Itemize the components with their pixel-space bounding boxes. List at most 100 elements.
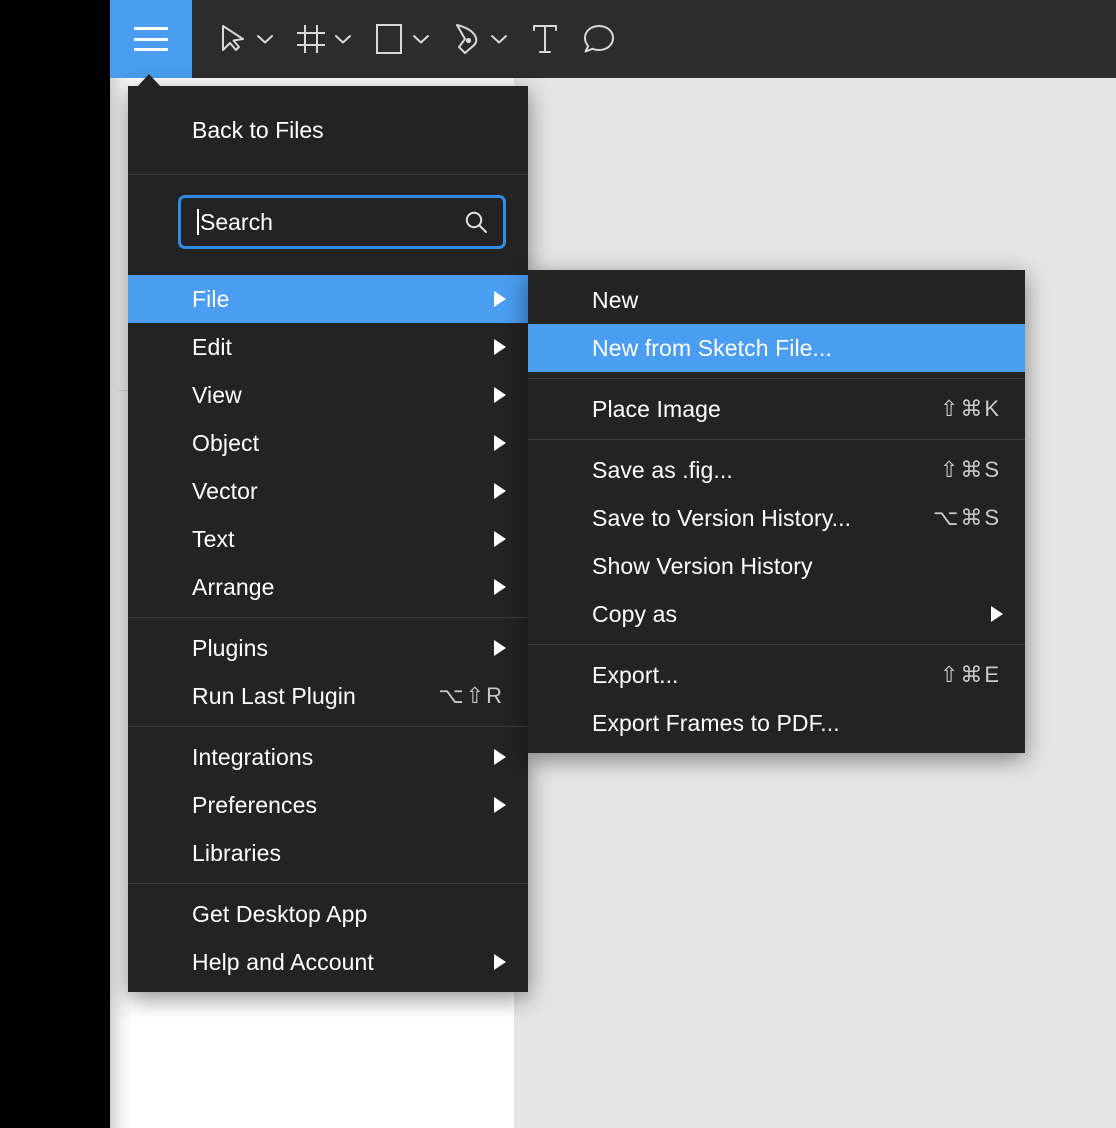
submenu-arrow-icon [494,291,506,307]
file-submenu-item-save-to-version-history[interactable]: Save to Version History...⌥⌘S [528,494,1025,542]
file-submenu-item-copy-as[interactable]: Copy as [528,590,1025,638]
menu-item-label: Run Last Plugin [192,683,438,710]
main-menu-panel: Back to Files Search FileEditV [128,86,528,992]
file-submenu-item-new-from-sketch-file[interactable]: New from Sketch File... [528,324,1025,372]
search-placeholder: Search [200,211,463,234]
main-menu-section-2: Integrations Preferences Libraries [128,726,528,883]
menu-item-label: Save as .fig... [592,457,940,484]
menu-section-search: Search [128,174,528,269]
main-menu-item-plugins[interactable]: Plugins [128,624,528,672]
menu-item-label: Save to Version History... [592,505,933,532]
tool-comment[interactable] [572,0,626,78]
menu-item-label: Get Desktop App [192,901,506,928]
submenu-arrow-icon [494,640,506,656]
main-menu-item-text[interactable]: Text [128,515,528,563]
main-menu-sections: File Edit View Object Vector Text Arrange Plugi… [128,269,528,992]
file-submenu-item-export-frames-to-pdf[interactable]: Export Frames to PDF... [528,699,1025,747]
main-menu-item-preferences[interactable]: Preferences [128,781,528,829]
submenu-arrow-icon [494,579,506,595]
main-menu-item-arrange[interactable]: Arrange [128,563,528,611]
tool-text[interactable] [518,0,572,78]
submenu-arrow-icon [494,749,506,765]
menu-item-back-to-files[interactable]: Back to Files [128,86,528,174]
tool-pen[interactable] [440,0,518,78]
tool-move[interactable] [206,0,284,78]
file-submenu-item-place-image[interactable]: Place Image⇧⌘K [528,385,1025,433]
submenu-arrow-icon [494,954,506,970]
menu-item-label: Plugins [192,635,480,662]
file-submenu-section-0: New New from Sketch File... [528,270,1025,378]
search-input[interactable]: Search [178,195,506,249]
menu-item-label: New [592,287,1003,314]
tool-shape[interactable] [362,0,440,78]
submenu-arrow-icon [991,606,1003,622]
menu-item-label: View [192,382,480,409]
menu-item-label: Export Frames to PDF... [592,710,1003,737]
menu-item-label: Help and Account [192,949,480,976]
menu-item-label: File [192,286,480,313]
menu-item-label: Place Image [592,396,940,423]
menu-item-label: Integrations [192,744,480,771]
file-submenu-item-new[interactable]: New [528,276,1025,324]
main-menu-button[interactable] [110,0,192,78]
main-menu-item-view[interactable]: View [128,371,528,419]
menu-item-label: Libraries [192,840,506,867]
main-menu-item-libraries[interactable]: Libraries [128,829,528,877]
main-menu-item-vector[interactable]: Vector [128,467,528,515]
main-menu-section-1: Plugins Run Last Plugin⌥⇧R [128,617,528,726]
menu-item-label: Edit [192,334,480,361]
text-caret [197,209,199,235]
menu-item-label: Show Version History [592,553,1003,580]
file-submenu-section-2: Save as .fig...⇧⌘SSave to Version Histor… [528,439,1025,644]
submenu-arrow-icon [494,797,506,813]
file-submenu-item-save-as-fig[interactable]: Save as .fig...⇧⌘S [528,446,1025,494]
chevron-down-icon[interactable] [408,18,434,60]
menu-item-label: Preferences [192,792,480,819]
main-menu-item-object[interactable]: Object [128,419,528,467]
file-submenu-item-export[interactable]: Export...⇧⌘E [528,651,1025,699]
main-menu-item-edit[interactable]: Edit [128,323,528,371]
file-submenu-section-3: Export...⇧⌘E Export Frames to PDF... [528,644,1025,753]
main-menu-section-0: File Edit View Object Vector Text Arrange [128,269,528,617]
menu-item-label: Vector [192,478,480,505]
shape-rectangle-icon [368,18,410,60]
menu-item-label: New from Sketch File... [592,335,1003,362]
menu-item-label: Arrange [192,574,480,601]
hamburger-icon [134,27,168,51]
comment-icon [578,18,620,60]
submenu-arrow-icon [494,483,506,499]
main-menu-item-file[interactable]: File [128,275,528,323]
menu-item-shortcut: ⌥⇧R [438,683,506,709]
search-icon [463,209,489,235]
submenu-arrow-icon [494,435,506,451]
menu-item-label: Text [192,526,480,553]
main-menu-item-get-desktop-app[interactable]: Get Desktop App [128,890,528,938]
menu-item-label: Export... [592,662,940,689]
main-menu-item-help-and-account[interactable]: Help and Account [128,938,528,986]
tool-frame[interactable] [284,0,362,78]
menu-item-shortcut: ⇧⌘E [940,662,1003,688]
chevron-down-icon[interactable] [330,18,356,60]
main-menu-item-run-last-plugin[interactable]: Run Last Plugin⌥⇧R [128,672,528,720]
text-icon [524,18,566,60]
main-menu-item-integrations[interactable]: Integrations [128,733,528,781]
submenu-arrow-icon [494,339,506,355]
menu-item-shortcut: ⌥⌘S [933,505,1003,531]
chevron-down-icon[interactable] [252,18,278,60]
chevron-down-icon[interactable] [486,18,512,60]
frame-icon [290,18,332,60]
main-menu-section-3: Get Desktop App Help and Account [128,883,528,992]
move-cursor-icon [212,18,254,60]
menu-item-shortcut: ⇧⌘K [940,396,1003,422]
file-submenu-section-1: Place Image⇧⌘K [528,378,1025,439]
menu-section-header: Back to Files [128,86,528,174]
tool-group [192,0,626,78]
toolbar [110,0,1116,78]
pen-icon [446,18,488,60]
menu-item-label: Back to Files [192,117,324,144]
file-submenu-item-show-version-history[interactable]: Show Version History [528,542,1025,590]
menu-pointer-arrow [137,74,161,87]
submenu-arrow-icon [494,387,506,403]
file-submenu-sections: New New from Sketch File... Place Image⇧⌘K… [528,270,1025,753]
submenu-arrow-icon [494,531,506,547]
